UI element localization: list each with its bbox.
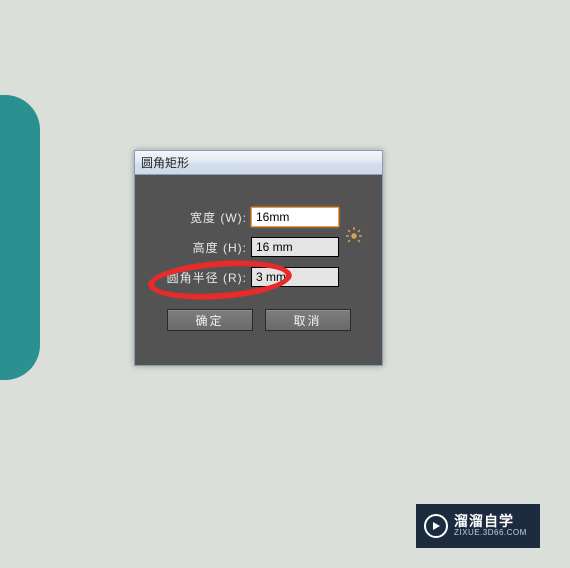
cancel-button[interactable]: 取消 <box>265 309 351 331</box>
lightbulb-icon <box>344 225 364 245</box>
height-label: 高度 (H): <box>149 239 251 256</box>
width-input[interactable] <box>251 207 339 227</box>
radius-input[interactable] <box>251 267 339 287</box>
radius-row: 圆角半径 (R): <box>149 267 368 287</box>
ok-button[interactable]: 确定 <box>167 309 253 331</box>
watermark: 溜溜自学 ZIXUE.3D66.COM <box>416 504 540 548</box>
cancel-button-label: 取消 <box>293 312 321 329</box>
dialog-button-row: 确定 取消 <box>149 309 368 331</box>
watermark-main: 溜溜自学 <box>454 514 527 529</box>
dialog-titlebar[interactable]: 圆角矩形 <box>135 151 382 175</box>
width-label: 宽度 (W): <box>149 209 251 226</box>
watermark-sub: ZIXUE.3D66.COM <box>454 529 527 538</box>
height-row: 高度 (H): <box>149 237 368 257</box>
ok-button-label: 确定 <box>195 312 223 329</box>
rounded-rect-dialog: 圆角矩形 宽度 (W): 高度 (H): 圆角半径 (R): <box>134 150 383 366</box>
watermark-text: 溜溜自学 ZIXUE.3D66.COM <box>454 514 527 538</box>
dialog-body: 宽度 (W): 高度 (H): 圆角半径 (R): <box>135 175 382 365</box>
height-input[interactable] <box>251 237 339 257</box>
radius-label: 圆角半径 (R): <box>149 269 251 286</box>
width-row: 宽度 (W): <box>149 207 368 227</box>
dialog-title: 圆角矩形 <box>141 154 189 171</box>
canvas-rounded-rect-shape <box>0 95 40 380</box>
play-icon <box>424 514 448 538</box>
